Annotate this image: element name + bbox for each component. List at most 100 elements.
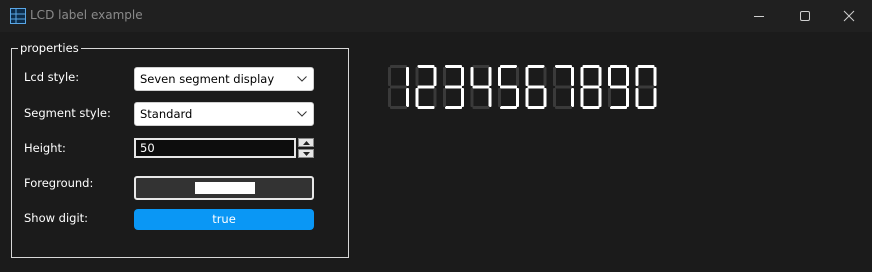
- lcd-segment: [433, 88, 437, 107]
- show-digit-label: Show digit:: [24, 211, 89, 225]
- lcd-segment: [555, 85, 572, 89]
- lcd-digit: [580, 65, 602, 109]
- lcd-segment: [610, 85, 627, 89]
- lcd-segment: [500, 85, 517, 89]
- lcd-segment: [443, 88, 446, 107]
- lcd-display: [388, 65, 657, 109]
- lcd-segment: [582, 85, 600, 89]
- lcd-segment: [653, 88, 657, 107]
- lcd-segment: [516, 88, 519, 107]
- foreground-color-button[interactable]: [134, 176, 314, 200]
- lcd-segment: [461, 88, 464, 107]
- lcd-segment: [498, 88, 501, 107]
- lcd-segment: [527, 65, 545, 68]
- lcd-segment: [525, 67, 529, 86]
- show-digit-toggle-button[interactable]: true: [134, 209, 314, 230]
- close-icon: [843, 10, 855, 22]
- height-value: 50: [140, 141, 155, 155]
- maximize-icon: [800, 11, 810, 21]
- app-window-icon: [10, 8, 26, 24]
- lcd-segment: [608, 88, 611, 107]
- lcd-segment: [626, 88, 629, 107]
- lcd-segment: [488, 67, 492, 86]
- lcd-segment: [433, 67, 437, 86]
- lcd-segment: [472, 106, 490, 109]
- lcd-segment: [415, 88, 419, 107]
- lcd-segment: [527, 106, 545, 109]
- lcd-segment: [443, 67, 446, 86]
- lcd-segment: [417, 65, 435, 68]
- lcd-segment: [543, 67, 547, 86]
- lcd-segment: [635, 88, 639, 107]
- lcd-segment: [390, 65, 407, 68]
- segment-style-combobox[interactable]: Standard: [134, 102, 314, 126]
- properties-group-title: properties: [18, 41, 81, 55]
- lcd-segment: [500, 65, 517, 68]
- lcd-style-value: Seven segment display: [140, 72, 275, 86]
- close-button[interactable]: [826, 0, 872, 32]
- chevron-up-icon: [303, 141, 310, 145]
- lcd-segment: [390, 106, 407, 109]
- lcd-digit: [470, 65, 492, 109]
- foreground-label: Foreground:: [24, 176, 94, 190]
- lcd-segment: [580, 88, 584, 107]
- lcd-segment: [610, 65, 627, 68]
- lcd-digit: [443, 65, 464, 109]
- lcd-segment: [445, 65, 462, 68]
- lcd-segment: [653, 67, 657, 86]
- lcd-digit: [498, 65, 519, 109]
- title-bar[interactable]: LCD label example: [0, 0, 872, 32]
- lcd-digit: [635, 65, 657, 109]
- lcd-segment: [555, 106, 572, 109]
- lcd-segment: [582, 106, 600, 109]
- height-decrement-button[interactable]: [298, 149, 314, 158]
- lcd-segment: [582, 65, 600, 68]
- lcd-digit: [525, 65, 547, 109]
- lcd-segment: [488, 88, 492, 107]
- lcd-segment: [637, 65, 655, 68]
- maximize-button[interactable]: [782, 0, 828, 32]
- lcd-segment: [415, 67, 419, 86]
- segment-style-value: Standard: [140, 107, 193, 121]
- lcd-digit: [553, 65, 574, 109]
- lcd-segment: [555, 65, 572, 68]
- lcd-segment: [571, 67, 574, 86]
- lcd-segment: [516, 67, 519, 86]
- height-label: Height:: [24, 141, 66, 155]
- lcd-segment: [525, 88, 529, 107]
- lcd-segment: [610, 106, 627, 109]
- lcd-segment: [445, 106, 462, 109]
- lcd-segment: [553, 67, 556, 86]
- height-spinbox[interactable]: 50: [134, 138, 296, 158]
- lcd-segment: [472, 85, 490, 89]
- lcd-segment: [608, 67, 611, 86]
- lcd-segment: [470, 88, 474, 107]
- lcd-segment: [553, 88, 556, 107]
- segment-style-label: Segment style:: [24, 106, 111, 120]
- lcd-segment: [598, 88, 602, 107]
- lcd-segment: [388, 67, 391, 86]
- lcd-digit: [388, 65, 409, 109]
- height-increment-button[interactable]: [298, 138, 314, 147]
- lcd-segment: [417, 85, 435, 89]
- lcd-segment: [470, 67, 474, 86]
- minimize-icon: [754, 16, 764, 17]
- lcd-style-combobox[interactable]: Seven segment display: [134, 67, 314, 91]
- lcd-segment: [571, 88, 574, 107]
- lcd-segment: [472, 65, 490, 68]
- lcd-segment: [635, 67, 639, 86]
- lcd-segment: [527, 85, 545, 89]
- window-title: LCD label example: [30, 8, 143, 22]
- chevron-down-icon: [297, 111, 307, 117]
- lcd-segment: [388, 88, 391, 107]
- chevron-down-icon: [303, 152, 310, 156]
- foreground-color-swatch: [195, 182, 255, 194]
- lcd-segment: [637, 85, 655, 89]
- lcd-segment: [461, 67, 464, 86]
- lcd-segment: [580, 67, 584, 86]
- lcd-segment: [500, 106, 517, 109]
- lcd-digit: [608, 65, 629, 109]
- lcd-segment: [445, 85, 462, 89]
- minimize-button[interactable]: [736, 0, 782, 32]
- lcd-digit: [415, 65, 437, 109]
